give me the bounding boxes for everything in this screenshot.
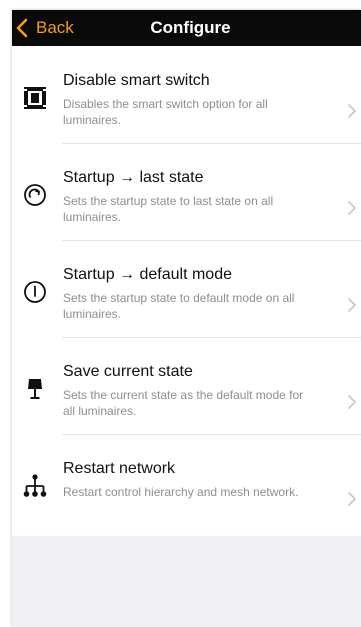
item-title: Startup → last state: [63, 169, 204, 186]
chevron-right-icon: [348, 201, 356, 215]
chevron-right-icon: [348, 298, 356, 312]
page-title: Configure: [150, 18, 231, 37]
list-item-startup-last-state[interactable]: Startup → last state Sets the startup st…: [12, 144, 361, 241]
item-title: Disable smart switch: [63, 72, 210, 89]
chevron-right-icon: [348, 104, 356, 118]
list-item-restart-network[interactable]: Restart network Restart control hierarch…: [12, 435, 361, 532]
item-title: Startup → default mode: [63, 266, 232, 283]
item-subtitle: Sets the startup state to default mode o…: [63, 291, 295, 321]
list-item-save-current-state[interactable]: Save current state Sets the current stat…: [12, 338, 361, 435]
chevron-right-icon: [348, 395, 356, 409]
lamp-icon: [20, 374, 50, 404]
empty-background-area: [12, 536, 361, 627]
item-subtitle: Sets the current state as the default mo…: [63, 388, 304, 418]
item-title: Save current state: [63, 363, 193, 380]
item-title: Restart network: [63, 460, 176, 477]
list-item-startup-default-mode[interactable]: Startup → default mode Sets the startup …: [12, 241, 361, 338]
item-subtitle: Disables the smart switch option for all…: [63, 97, 268, 127]
configure-screen: Back Configure Disable smart switch Disa…: [12, 10, 361, 627]
item-subtitle: Restart control hierarchy and mesh netwo…: [63, 485, 299, 499]
item-subtitle: Sets the startup state to last state on …: [63, 194, 274, 224]
navigation-bar: Back Configure: [12, 10, 361, 46]
smart-switch-icon: [20, 83, 50, 113]
chevron-right-icon: [348, 492, 356, 506]
settings-list: Disable smart switch Disables the smart …: [12, 47, 361, 532]
power-icon: [20, 277, 50, 307]
restore-last-state-icon: [20, 180, 50, 210]
list-item-disable-smart-switch[interactable]: Disable smart switch Disables the smart …: [12, 47, 361, 144]
network-hierarchy-icon: [20, 471, 50, 501]
